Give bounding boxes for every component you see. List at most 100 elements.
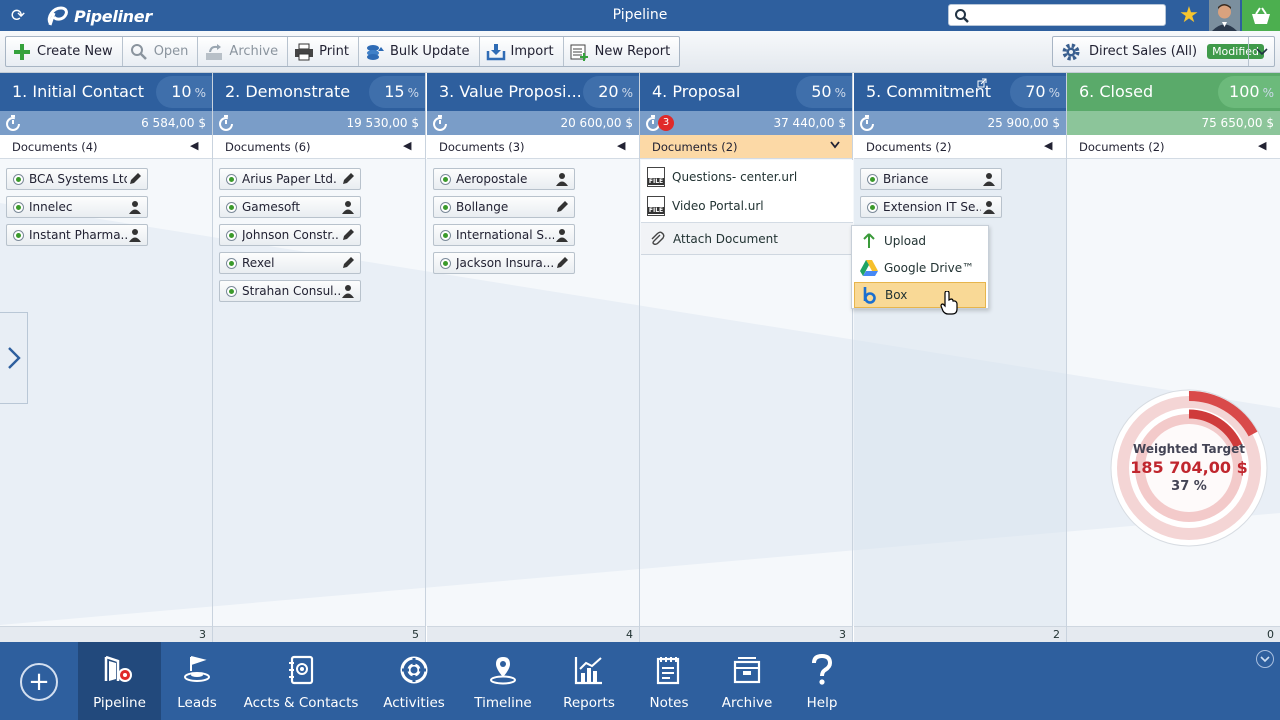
new-report-button[interactable]: New Report bbox=[564, 37, 680, 66]
person-icon[interactable] bbox=[340, 283, 356, 299]
view-selector[interactable]: Direct Sales (All) Modified bbox=[1052, 36, 1275, 67]
bulk-update-button[interactable]: Bulk Update bbox=[359, 37, 480, 66]
gear-icon bbox=[1062, 43, 1080, 60]
status-dot-icon bbox=[867, 201, 878, 213]
person-icon[interactable] bbox=[127, 199, 143, 215]
search-input[interactable] bbox=[948, 4, 1166, 26]
basket-icon[interactable] bbox=[1242, 0, 1280, 31]
chevron-down-circle-icon[interactable] bbox=[1256, 650, 1274, 668]
nav-item-leads[interactable]: Leads bbox=[165, 642, 229, 720]
stage-header[interactable]: 6. Closed 100% bbox=[1067, 73, 1280, 111]
opportunity-card[interactable]: Rexel bbox=[219, 252, 361, 274]
pencil-icon[interactable] bbox=[340, 171, 356, 187]
nav-label: Notes bbox=[649, 695, 689, 711]
pencil-icon[interactable] bbox=[554, 255, 570, 271]
stage-header[interactable]: 2. Demonstrate 15% bbox=[213, 73, 425, 111]
open-button[interactable]: Open bbox=[123, 37, 199, 66]
chevron-left-icon[interactable]: ◀ bbox=[403, 140, 415, 152]
card-name: Jackson Insura... bbox=[456, 256, 554, 270]
chevron-down-icon[interactable] bbox=[1248, 37, 1274, 66]
import-button[interactable]: Import bbox=[480, 37, 564, 66]
stopwatch-icon[interactable] bbox=[217, 114, 235, 132]
chevron-left-icon[interactable]: ◀ bbox=[190, 140, 202, 152]
documents-label: Documents (3) bbox=[439, 140, 525, 154]
status-dot-icon bbox=[226, 257, 237, 269]
stopwatch-icon[interactable] bbox=[858, 114, 876, 132]
person-icon[interactable] bbox=[554, 227, 570, 243]
favorites-star-icon[interactable]: ★ bbox=[1176, 3, 1202, 29]
documents-label: Documents (6) bbox=[225, 140, 311, 154]
opportunity-card[interactable]: International S... bbox=[433, 224, 575, 246]
side-panel-handle[interactable] bbox=[0, 312, 28, 404]
documents-bar[interactable]: Documents (2) ◀ bbox=[854, 135, 1066, 159]
add-button[interactable]: + bbox=[20, 663, 58, 701]
opportunity-card[interactable]: Innelec bbox=[6, 196, 148, 218]
pencil-icon[interactable] bbox=[554, 199, 570, 215]
person-icon[interactable] bbox=[981, 171, 997, 187]
documents-bar[interactable]: Documents (6) ◀ bbox=[213, 135, 425, 159]
opportunity-card[interactable]: Bollange bbox=[433, 196, 575, 218]
opportunity-card[interactable]: Jackson Insura... bbox=[433, 252, 575, 274]
person-icon[interactable] bbox=[127, 227, 143, 243]
chevron-down-icon[interactable] bbox=[830, 140, 842, 152]
chevron-left-icon[interactable]: ◀ bbox=[1044, 140, 1056, 152]
opportunity-card[interactable]: Extension IT Se... bbox=[860, 196, 1002, 218]
stopwatch-icon[interactable] bbox=[431, 114, 449, 132]
stopwatch-icon[interactable] bbox=[4, 114, 22, 132]
print-button[interactable]: Print bbox=[288, 37, 359, 66]
pencil-icon[interactable] bbox=[340, 255, 356, 271]
create-new-button[interactable]: Create New bbox=[6, 37, 123, 66]
opportunity-card[interactable]: BCA Systems Ltd. bbox=[6, 168, 148, 190]
document-item[interactable]: FILE Questions- center.url bbox=[641, 163, 853, 191]
nav-item-accts-contacts[interactable]: Accts & Contacts bbox=[244, 642, 358, 720]
refresh-icon[interactable]: ⟳ bbox=[8, 6, 28, 26]
alert-count-badge[interactable]: 3 bbox=[658, 115, 674, 131]
documents-bar[interactable]: Documents (3) ◀ bbox=[427, 135, 639, 159]
stage-percent: 50% bbox=[796, 76, 852, 108]
person-icon[interactable] bbox=[340, 199, 356, 215]
documents-bar[interactable]: Documents (4) ◀ bbox=[0, 135, 212, 159]
opportunity-card[interactable]: Gamesoft bbox=[219, 196, 361, 218]
chevron-left-icon[interactable]: ◀ bbox=[617, 140, 629, 152]
nav-item-activities[interactable]: Activities bbox=[380, 642, 448, 720]
card-name: International S... bbox=[456, 228, 554, 242]
opportunity-card[interactable]: Arius Paper Ltd. bbox=[219, 168, 361, 190]
menu-item-box[interactable]: Box bbox=[854, 282, 986, 308]
documents-bar[interactable]: Documents (2) bbox=[640, 135, 852, 159]
opportunity-card[interactable]: Briance bbox=[860, 168, 1002, 190]
person-icon[interactable] bbox=[981, 199, 997, 215]
documents-label: Documents (2) bbox=[866, 140, 952, 154]
stage-name: 5. Commitment bbox=[866, 82, 992, 101]
opportunity-card[interactable]: Strahan Consul... bbox=[219, 280, 361, 302]
pencil-icon[interactable] bbox=[127, 171, 143, 187]
opportunity-card[interactable]: Johnson Constr... bbox=[219, 224, 361, 246]
user-avatar[interactable] bbox=[1209, 0, 1240, 31]
nav-item-pipeline[interactable]: Pipeline bbox=[78, 642, 161, 720]
pencil-icon[interactable] bbox=[340, 227, 356, 243]
menu-item-upload[interactable]: Upload bbox=[854, 228, 986, 254]
stage-header[interactable]: 5. Commitment 70% bbox=[854, 73, 1066, 111]
nav-item-timeline[interactable]: Timeline bbox=[471, 642, 535, 720]
percent-unit: % bbox=[621, 86, 633, 100]
document-item[interactable]: FILE Video Portal.url bbox=[641, 192, 853, 220]
nav-item-reports[interactable]: Reports bbox=[557, 642, 621, 720]
menu-item-google-drive[interactable]: Google Drive™ bbox=[854, 255, 986, 281]
nav-item-archive[interactable]: Archive bbox=[716, 642, 778, 720]
documents-bar[interactable]: Documents (2) ◀ bbox=[1067, 135, 1280, 159]
nav-label: Help bbox=[806, 695, 838, 711]
nav-item-notes[interactable]: Notes bbox=[642, 642, 696, 720]
toolbar: Create New Open Archive Print Bulk Updat… bbox=[0, 31, 1280, 73]
opportunity-card[interactable]: Instant Pharma... bbox=[6, 224, 148, 246]
attach-document-button[interactable]: Attach Document bbox=[641, 222, 853, 254]
archive-button[interactable]: Archive bbox=[198, 37, 289, 66]
stage-percent: 100% bbox=[1218, 76, 1280, 108]
external-link-icon[interactable] bbox=[977, 78, 987, 88]
stage-header[interactable]: 1. Initial Contact 10% bbox=[0, 73, 212, 111]
stage-summary: 6 584,00 $ bbox=[0, 111, 212, 135]
opportunity-card[interactable]: Aeropostale bbox=[433, 168, 575, 190]
person-icon[interactable] bbox=[554, 171, 570, 187]
nav-item-help[interactable]: Help bbox=[800, 642, 844, 720]
stage-header[interactable]: 4. Proposal 50% bbox=[640, 73, 852, 111]
stage-header[interactable]: 3. Value Proposi... 20% bbox=[427, 73, 639, 111]
chevron-left-icon[interactable]: ◀ bbox=[1258, 140, 1270, 152]
